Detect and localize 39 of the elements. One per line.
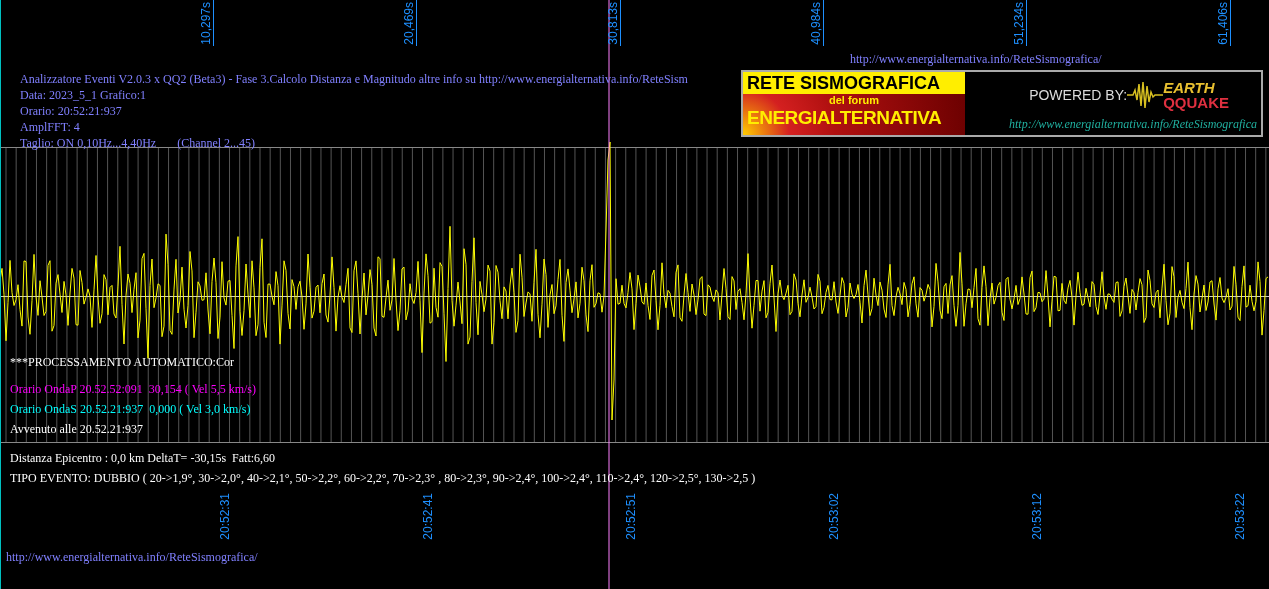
url-text: http://www.energialternativa.info/ReteSismografica/ — [850, 51, 1102, 68]
logo-text: EARTH — [1163, 80, 1216, 95]
logo-text: QQUAKE — [1163, 95, 1229, 110]
info-text: Orario: 20:52:21:937 — [20, 103, 123, 119]
axis-label: 20:52:41 — [422, 493, 435, 540]
result-text: Distanza Epicentro : 0,0 km DeltaT= -30,15s Fatt:6,60 — [10, 450, 277, 467]
tick-mark — [823, 0, 824, 47]
axis-label: 30,813s — [607, 2, 620, 45]
tick-mark — [1026, 0, 1027, 47]
axis-label: 20:52:31 — [219, 493, 232, 540]
tick-mark — [416, 0, 417, 47]
info-text: AmplFFT: 4 — [20, 119, 81, 135]
powered-text: POWERED BY: — [1029, 85, 1128, 105]
info-text: Taglio: ON 0,10Hz...4,40Hz (Channel 2...45) — [20, 135, 257, 151]
banner-title: RETE SISMOGRAFICA — [743, 72, 965, 94]
processing-title: ***PROCESSAMENTO AUTOMATICO:Cor — [10, 354, 235, 371]
axis-label: 20,469s — [403, 2, 416, 45]
tick-mark — [620, 0, 621, 47]
tick-mark — [213, 0, 214, 47]
info-text: Data: 2023_5_1 Grafico:1 — [20, 87, 147, 103]
axis-label: 20:52:51 — [625, 493, 638, 540]
info-text: Analizzatore Eventi V2.0.3 x QQ2 (Beta3) - Fase 3.Calcolo Distanza e Magnitudo altre info su http://www.energialternativa.info/ReteSism — [20, 71, 688, 87]
axis-label: 20:53:22 — [1234, 493, 1247, 540]
axis-label: 10,297s — [200, 2, 213, 45]
url-text: http://www.energialternativa.info/ReteSismografica/ — [6, 549, 258, 566]
axis-label: 20:53:02 — [828, 493, 841, 540]
banner-name: ENERGIALTERNATIVA — [746, 106, 943, 130]
info-text: Orario OndaP 20.52.52:091 30,154 ( Vel 5,5 km/s) — [10, 381, 256, 398]
banner-url: http://www.energialternativa.info/ReteSismografica — [1009, 116, 1257, 133]
result-text: TIPO EVENTO: DUBBIO ( 20->1,9°, 30->2,0°, 40->2,1°, 50->2,2°, 60->2,2°, 70->2,3° , 80->2,3°, 90->2,4°, 100->2,4°, 110->2,4°, 120->2,5°, 130->2,5 ) — [10, 470, 756, 487]
info-text: Orario OndaS 20.52.21:937 0,000 ( Vel 3,0 km/s) — [10, 401, 252, 418]
axis-label: 61,406s — [1217, 2, 1230, 45]
seismogram-icon — [1127, 80, 1164, 110]
tick-mark — [1230, 0, 1231, 47]
banner-subtitle: del forum — [828, 94, 880, 106]
axis-label: 40,984s — [810, 2, 823, 45]
axis-label: 51,234s — [1013, 2, 1026, 45]
axis-label: 20:53:12 — [1031, 493, 1044, 540]
info-text: Avvenuto alle 20.52.21:937 — [10, 421, 145, 438]
